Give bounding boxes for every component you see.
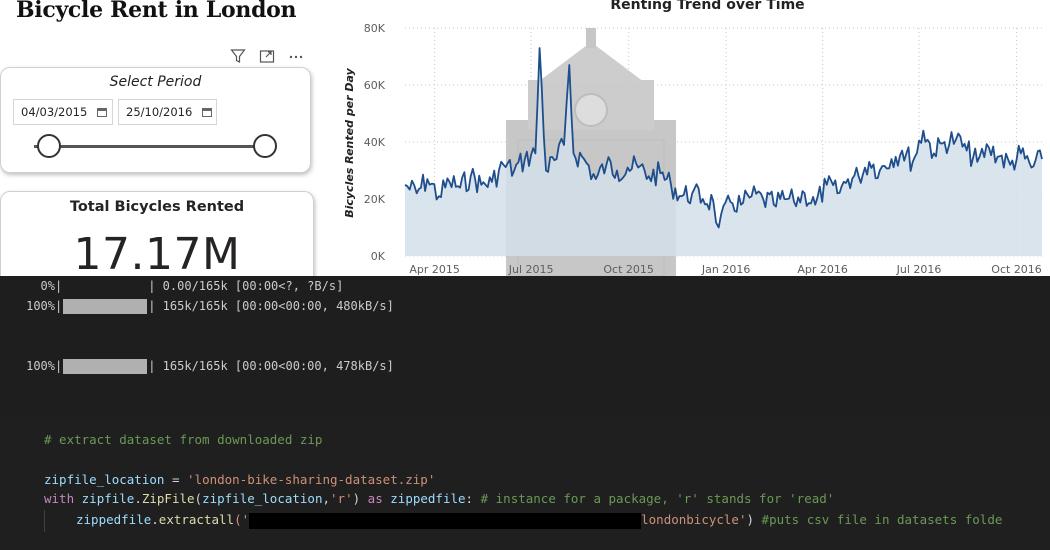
x-tick-label: Oct 2015 [603,263,654,276]
range-end-handle[interactable] [253,134,277,158]
x-tick-label: Apr 2015 [409,263,460,276]
code-line-with: with zipfile.ZipFile(zipfile_location,'r… [44,491,835,506]
redacted-path [249,512,642,529]
x-tick-label: Oct 2016 [991,263,1042,276]
x-tick-label: Jul 2015 [508,263,554,276]
start-date-value: 04/03/2015 [21,105,88,119]
x-tick-label: Jan 2016 [701,263,750,276]
renting-trend-chart[interactable]: 0K 20K 40K 60K 80K Apr 2015 Jul 2015 Oct 2015 J… [338,0,1050,276]
dashboard-title: Bicycle Rent in London [16,0,297,23]
start-date-input[interactable]: 04/03/2015 [13,99,113,125]
y-tick-label: 20K [364,193,386,206]
progress-pipe: | [55,359,63,373]
y-tick-label: 0K [371,250,386,263]
progress-bar [63,298,148,314]
progress-line: 0% | | 0.00/165k [00:00<?, ?B/s] [0,277,344,295]
progress-detail: | 0.00/165k [00:00<?, ?B/s] [148,279,344,293]
date-range-track[interactable] [34,145,266,148]
code-cell[interactable]: # extract dataset from downloaded zip zi… [0,418,1050,550]
x-tick-label: Apr 2016 [797,263,848,276]
calendar-icon[interactable] [202,107,213,117]
code-line-assignment: zipfile_location = 'london-bike-sharing-… [44,472,436,487]
y-tick-label: 80K [364,22,386,35]
card-value: 17.17M [73,229,241,276]
slicer-title: Select Period [109,74,202,90]
progress-line: 100% | | 165k/165k [00:00<00:00, 480kB/s] [0,297,394,315]
progress-detail: | 165k/165k [00:00<00:00, 480kB/s] [148,299,394,313]
cell-output: 0% | | 0.00/165k [00:00<?, ?B/s] 100% | | 16… [0,276,1050,418]
y-tick-label: 40K [364,136,386,149]
card-label: Total Bicycles Rented [69,199,245,215]
progress-percent: 0% [40,279,55,293]
indent-guide [44,510,45,532]
progress-percent: 100% [26,299,55,313]
filter-icon[interactable] [228,46,248,66]
period-slicer-card: Select Period 04/03/2015 25/10/2016 [0,67,311,173]
powerbi-dashboard: Bicycle Rent in London Select Period 04/… [0,0,1050,276]
y-tick-label: 60K [364,79,386,92]
more-options-icon[interactable] [286,46,306,66]
y-axis-ticks: 0K 20K 40K 60K 80K [364,22,386,263]
progress-pipe: | [55,279,63,293]
code-comment: # extract dataset from downloaded zip [44,432,323,447]
calendar-icon[interactable] [97,107,108,117]
progress-detail: | 165k/165k [00:00<00:00, 478kB/s] [148,359,394,373]
range-start-handle[interactable] [37,134,61,158]
x-axis-ticks: Apr 2015 Jul 2015 Oct 2015 Jan 2016 Apr 2016… [409,263,1041,276]
x-tick-label: Jul 2016 [896,263,942,276]
progress-line: 100% | | 165k/165k [00:00<00:00, 478kB/s] [0,357,394,375]
end-date-value: 25/10/2016 [126,105,193,119]
progress-bar [63,279,147,294]
progress-pipe: | [55,299,63,313]
visual-header-toolbar [228,46,306,66]
focus-mode-icon[interactable] [257,46,277,66]
total-rentals-card: Total Bicycles Rented 17.17M [0,191,314,276]
code-line-extract: zippedfile.extractall(' londonbicycle') #… [76,512,1003,529]
progress-percent: 100% [26,359,55,373]
y-axis-label: Bicycles Rented per Day [343,67,356,217]
progress-bar [63,358,148,374]
end-date-input[interactable]: 25/10/2016 [118,99,217,125]
